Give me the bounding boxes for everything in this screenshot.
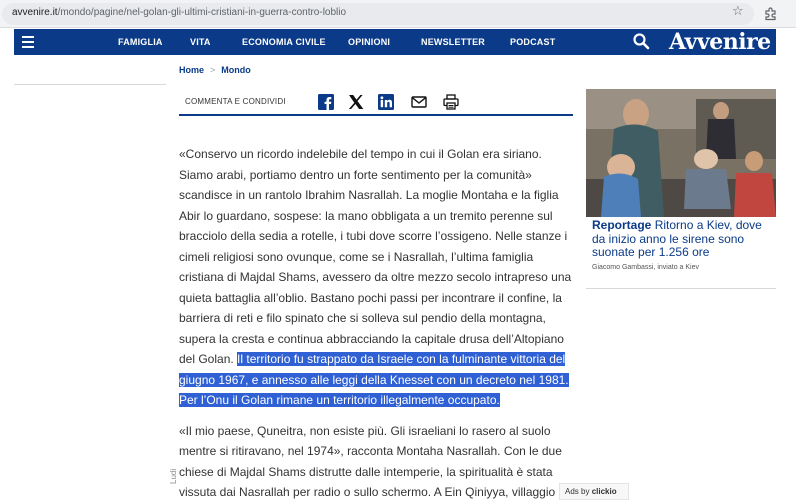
- address-bar[interactable]: avvenire.it/mondo/pagine/nel-golan-gli-u…: [2, 3, 754, 25]
- nav-item-opinioni[interactable]: OPINIONI: [348, 37, 390, 47]
- share-bar: COMMENTA E CONDIVIDI: [179, 86, 573, 116]
- reportage-photo[interactable]: [586, 89, 776, 217]
- hamburger-menu-icon[interactable]: [22, 36, 34, 48]
- article-body: «Conservo un ricordo indelebile del temp…: [179, 144, 573, 500]
- extensions-icon[interactable]: [764, 7, 778, 21]
- url-text[interactable]: avvenire.it/mondo/pagine/nel-golan-gli-u…: [12, 7, 346, 18]
- x-twitter-icon[interactable]: [348, 94, 364, 110]
- breadcrumb-separator: >: [210, 65, 216, 75]
- nav-item-newsletter[interactable]: NEWSLETTER: [421, 37, 485, 47]
- breadcrumb-home[interactable]: Home: [179, 65, 204, 75]
- ads-badge[interactable]: Ads by clickio: [559, 483, 629, 500]
- nav-item-vita[interactable]: VITA: [190, 37, 211, 47]
- site-navbar: FAMIGLIA VITA ECONOMIA CIVILE OPINIONI N…: [14, 29, 776, 55]
- reportage-kicker: Reportage: [592, 218, 652, 232]
- nav-item-famiglia[interactable]: FAMIGLIA: [118, 37, 163, 47]
- share-label: COMMENTA E CONDIVIDI: [185, 97, 286, 106]
- article-paragraph: «Il mio paese, Quneitra, non esiste più.…: [179, 423, 562, 500]
- divider: [14, 84, 166, 85]
- nav-item-podcast[interactable]: PODCAST: [510, 37, 555, 47]
- print-icon[interactable]: [443, 94, 459, 110]
- paragraph-text: «Conservo un ricordo indelebile del temp…: [179, 147, 572, 366]
- bookmark-star-icon[interactable]: ☆: [732, 4, 744, 18]
- nav-item-economia-civile[interactable]: ECONOMIA CIVILE: [242, 37, 326, 47]
- search-icon[interactable]: [632, 32, 650, 50]
- browser-toolbar: avvenire.it/mondo/pagine/nel-golan-gli-u…: [0, 0, 796, 28]
- divider: [586, 288, 776, 289]
- article-paragraph: «Conservo un ricordo indelebile del temp…: [179, 144, 573, 411]
- site-logo[interactable]: Avvenire: [669, 29, 771, 55]
- reportage-byline: Giacomo Gambassi, inviato a Kiev: [592, 264, 699, 271]
- breadcrumb-section[interactable]: Mondo: [221, 65, 251, 75]
- ads-prefix: Ads by: [565, 487, 590, 496]
- side-label: Ludi: [169, 468, 178, 484]
- selected-text[interactable]: Il territorio fu strappato da Israele co…: [179, 352, 569, 407]
- email-icon[interactable]: [411, 94, 427, 110]
- facebook-icon[interactable]: [318, 94, 334, 110]
- breadcrumb: Home > Mondo: [179, 65, 251, 75]
- linkedin-icon[interactable]: [378, 94, 394, 110]
- ads-brand: clickio: [591, 487, 617, 496]
- reportage-headline[interactable]: Reportage Ritorno a Kiev, dove da inizio…: [592, 218, 776, 260]
